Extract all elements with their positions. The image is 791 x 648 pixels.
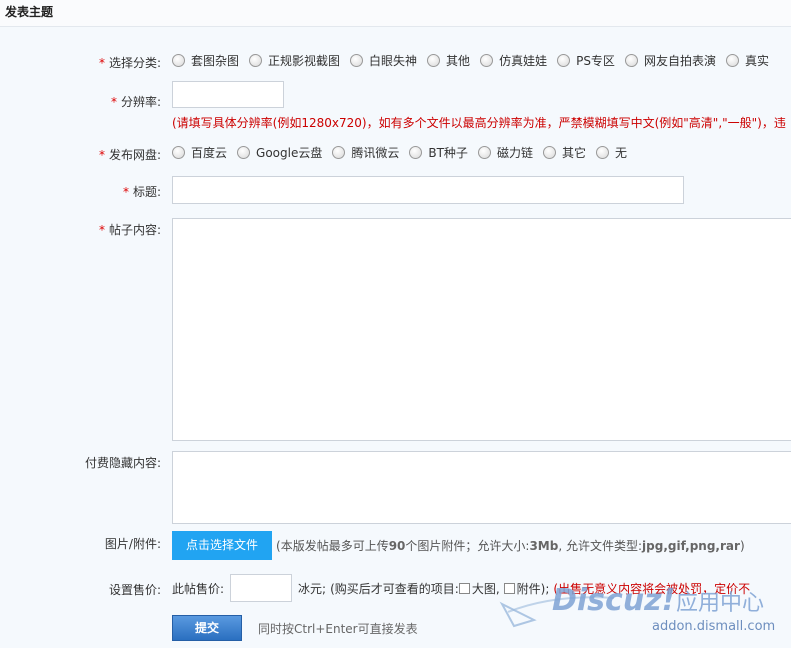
category-option-label: 网友自拍表演: [643, 54, 716, 68]
netdisk-option[interactable]: BT种子: [409, 144, 468, 161]
netdisk-label: 发布网盘:: [108, 148, 161, 162]
netdisk-option-label: 磁力链: [496, 146, 533, 160]
submit-button[interactable]: 提交: [172, 615, 242, 641]
large-image-checkbox[interactable]: [458, 582, 470, 594]
netdisk-option[interactable]: 无: [595, 144, 627, 161]
price-items-label: (购买后才可查看的项目:: [330, 581, 459, 596]
submit-hint: 同时按Ctrl+Enter可直接发表: [258, 621, 418, 636]
category-radio[interactable]: [480, 54, 494, 67]
category-radio[interactable]: [624, 54, 638, 67]
required-marker: *: [110, 95, 117, 109]
required-marker: *: [98, 223, 105, 237]
category-radio[interactable]: [172, 54, 185, 67]
category-option[interactable]: 正规影视截图: [249, 52, 340, 69]
subject-label: 标题:: [132, 185, 161, 199]
netdisk-option-label: 百度云: [191, 146, 228, 160]
netdisk-option-label: 其它: [561, 146, 586, 160]
netdisk-option[interactable]: 百度云: [172, 144, 227, 161]
resolution-input[interactable]: [172, 81, 284, 108]
netdisk-option[interactable]: 腾讯微云: [332, 144, 399, 161]
netdisk-option-label: BT种子: [428, 146, 468, 160]
netdisk-option-label: Google云盘: [256, 146, 323, 160]
category-option[interactable]: 网友自拍表演: [624, 52, 716, 69]
category-option-label: 其他: [446, 54, 471, 68]
required-marker: *: [98, 148, 105, 162]
netdisk-radio-group: 百度云 Google云盘 腾讯微云 BT种子 磁力链 其它 无: [172, 144, 637, 161]
netdisk-option-label: 无: [614, 146, 627, 160]
resolution-hint: (请填写具体分辨率(例如1280x720)，如有多个文件以最高分辨率为准，严禁模…: [172, 116, 786, 130]
required-marker: *: [122, 185, 129, 199]
content-row: * 帖子内容:: [0, 218, 791, 441]
category-radio[interactable]: [350, 54, 364, 67]
category-row: * 选择分类: 套图杂图 正规影视截图 白眼失神 其他 仿真娃娃 PS专区 网友自拍表演 真实: [0, 51, 791, 71]
category-option-label: 白眼失神: [369, 54, 418, 68]
price-label: 设置售价:: [108, 583, 161, 597]
subject-input[interactable]: [172, 176, 684, 204]
category-option-label: 套图杂图: [191, 54, 240, 68]
category-option-label: 正规影视截图: [268, 54, 341, 68]
attachment-row: 图片/附件: 点击选择文件 (本版发帖最多可上传90个图片附件；允许大小:3Mb,…: [0, 531, 791, 561]
select-file-button[interactable]: 点击选择文件: [172, 531, 273, 560]
required-marker: *: [98, 56, 105, 70]
category-label: 选择分类:: [108, 56, 161, 70]
netdisk-option[interactable]: 磁力链: [477, 144, 533, 161]
netdisk-radio[interactable]: [477, 146, 491, 159]
subject-row: * 标题:: [0, 176, 791, 204]
resolution-label: 分辨率:: [120, 95, 161, 109]
netdisk-radio[interactable]: [237, 146, 251, 159]
netdisk-option[interactable]: 其它: [542, 144, 586, 161]
netdisk-option[interactable]: Google云盘: [237, 144, 322, 161]
category-radio[interactable]: [725, 54, 739, 67]
category-radio-group: 套图杂图 正规影视截图 白眼失神 其他 仿真娃娃 PS专区 网友自拍表演 真实: [172, 52, 779, 69]
netdisk-radio[interactable]: [332, 146, 346, 159]
category-radio[interactable]: [427, 54, 441, 67]
price-unit: 冰元;: [298, 581, 327, 596]
paid-content-textarea[interactable]: [172, 451, 791, 524]
category-option[interactable]: 其他: [427, 52, 470, 69]
svg-text:应用中心: 应用中心: [676, 591, 764, 616]
content-textarea[interactable]: [172, 218, 791, 441]
price-prefix: 此帖售价:: [172, 581, 225, 596]
watermark: Discuz! 应用中心 addon.dismall.com: [494, 582, 791, 648]
category-option[interactable]: 白眼失神: [350, 52, 417, 69]
netdisk-radio[interactable]: [542, 146, 556, 159]
category-option[interactable]: 仿真娃娃: [480, 52, 547, 69]
resolution-row: * 分辨率: (请填写具体分辨率(例如1280x720)，如有多个文件以最高分辨率…: [0, 81, 791, 131]
category-option-label: PS专区: [576, 54, 615, 68]
upload-note: (本版发帖最多可上传90个图片附件；允许大小:3Mb, 允许文件类型:jpg,g…: [276, 539, 745, 553]
netdisk-row: * 发布网盘: 百度云 Google云盘 腾讯微云 BT种子 磁力链 其它 无: [0, 143, 791, 163]
netdisk-radio[interactable]: [595, 146, 609, 159]
attachment-label: 图片/附件:: [104, 537, 161, 551]
category-option[interactable]: 套图杂图: [172, 52, 239, 69]
paid-content-row: 付费隐藏内容:: [0, 451, 791, 524]
content-label: 帖子内容:: [108, 223, 161, 237]
category-option[interactable]: 真实: [725, 52, 769, 69]
category-radio[interactable]: [249, 54, 263, 67]
netdisk-radio[interactable]: [409, 146, 423, 159]
category-radio[interactable]: [557, 54, 571, 67]
page-header: 发表主题: [0, 0, 791, 27]
netdisk-radio[interactable]: [172, 146, 185, 159]
svg-text:addon.dismall.com: addon.dismall.com: [652, 619, 775, 634]
category-option[interactable]: PS专区: [557, 52, 615, 69]
netdisk-option-label: 腾讯微云: [351, 146, 400, 160]
price-input[interactable]: [230, 574, 293, 602]
paid-content-label: 付费隐藏内容:: [84, 456, 161, 470]
discuz-watermark-logo: Discuz! 应用中心 addon.dismall.com: [499, 583, 775, 634]
page-title: 发表主题: [5, 5, 54, 19]
svg-text:Discuz!: Discuz!: [552, 583, 675, 618]
category-option-label: 真实: [744, 54, 769, 68]
category-option-label: 仿真娃娃: [499, 54, 548, 68]
